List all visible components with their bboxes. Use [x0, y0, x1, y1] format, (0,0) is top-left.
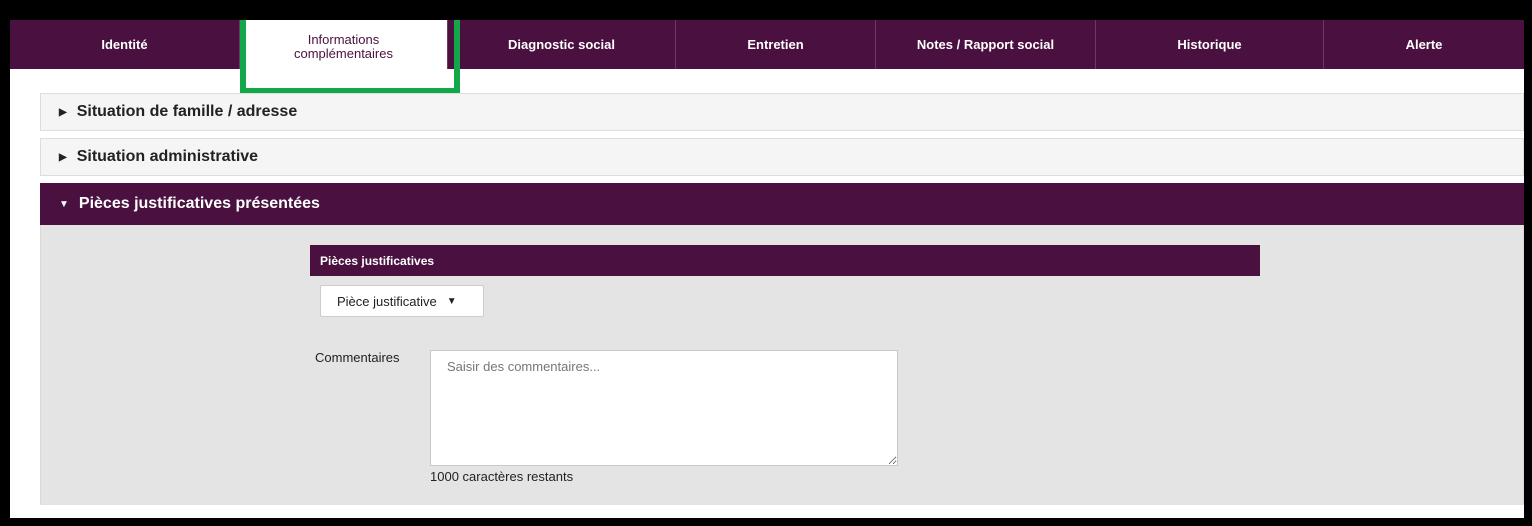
caret-right-icon: ▶ [59, 106, 67, 118]
tab-label: Alerte [1405, 37, 1443, 52]
app-frame: Identité Informations complémentaires Di… [10, 20, 1524, 518]
comment-textarea[interactable] [430, 350, 898, 466]
tab-label: Historique [1177, 37, 1242, 52]
tab-identite[interactable]: Identité [10, 20, 240, 69]
section-pieces-justificatives[interactable]: ▼ Pièces justificatives présentées [40, 183, 1524, 225]
tab-label: Entretien [747, 37, 804, 52]
tab-informations-complementaires[interactable]: Informations complémentaires [240, 20, 448, 69]
tab-label: Identité [101, 37, 148, 52]
section-title: Pièces justificatives présentées [78, 195, 320, 212]
section-title: Situation administrative [76, 148, 259, 165]
documents-panel-header: Pièces justificatives [310, 245, 1260, 276]
section-situation-famille-adresse[interactable]: ▶ Situation de famille / adresse [40, 93, 1524, 131]
tab-bar: Identité Informations complémentaires Di… [10, 20, 1524, 69]
caret-right-icon: ▶ [59, 151, 67, 163]
tab-label: Informations complémentaires [294, 31, 393, 61]
chars-remaining: 1000 caractères restants [430, 469, 574, 484]
comment-label: Commentaires [315, 350, 400, 365]
tab-label: Notes / Rapport social [916, 37, 1055, 52]
tab-notes-rapport-social[interactable]: Notes / Rapport social [876, 20, 1096, 69]
caret-down-icon: ▼ [59, 198, 69, 210]
accordion: ▶ Situation de famille / adresse ▶ Situa… [40, 93, 1524, 505]
section-situation-administrative[interactable]: ▶ Situation administrative [40, 138, 1524, 176]
section-body-pieces-justificatives: Pièces justificatives Pièce justificativ… [40, 225, 1524, 505]
tab-alerte[interactable]: Alerte [1324, 20, 1524, 69]
tab-label: Diagnostic social [508, 37, 615, 52]
caret-down-icon: ▼ [446, 295, 457, 307]
tab-historique[interactable]: Historique [1096, 20, 1324, 69]
dropdown-label: Pièce justificative [337, 293, 437, 309]
tab-diagnostic-social[interactable]: Diagnostic social [448, 20, 676, 69]
section-title: Situation de famille / adresse [76, 103, 298, 120]
tab-entretien[interactable]: Entretien [676, 20, 876, 69]
document-type-dropdown[interactable]: Pièce justificative ▼ [320, 285, 484, 317]
